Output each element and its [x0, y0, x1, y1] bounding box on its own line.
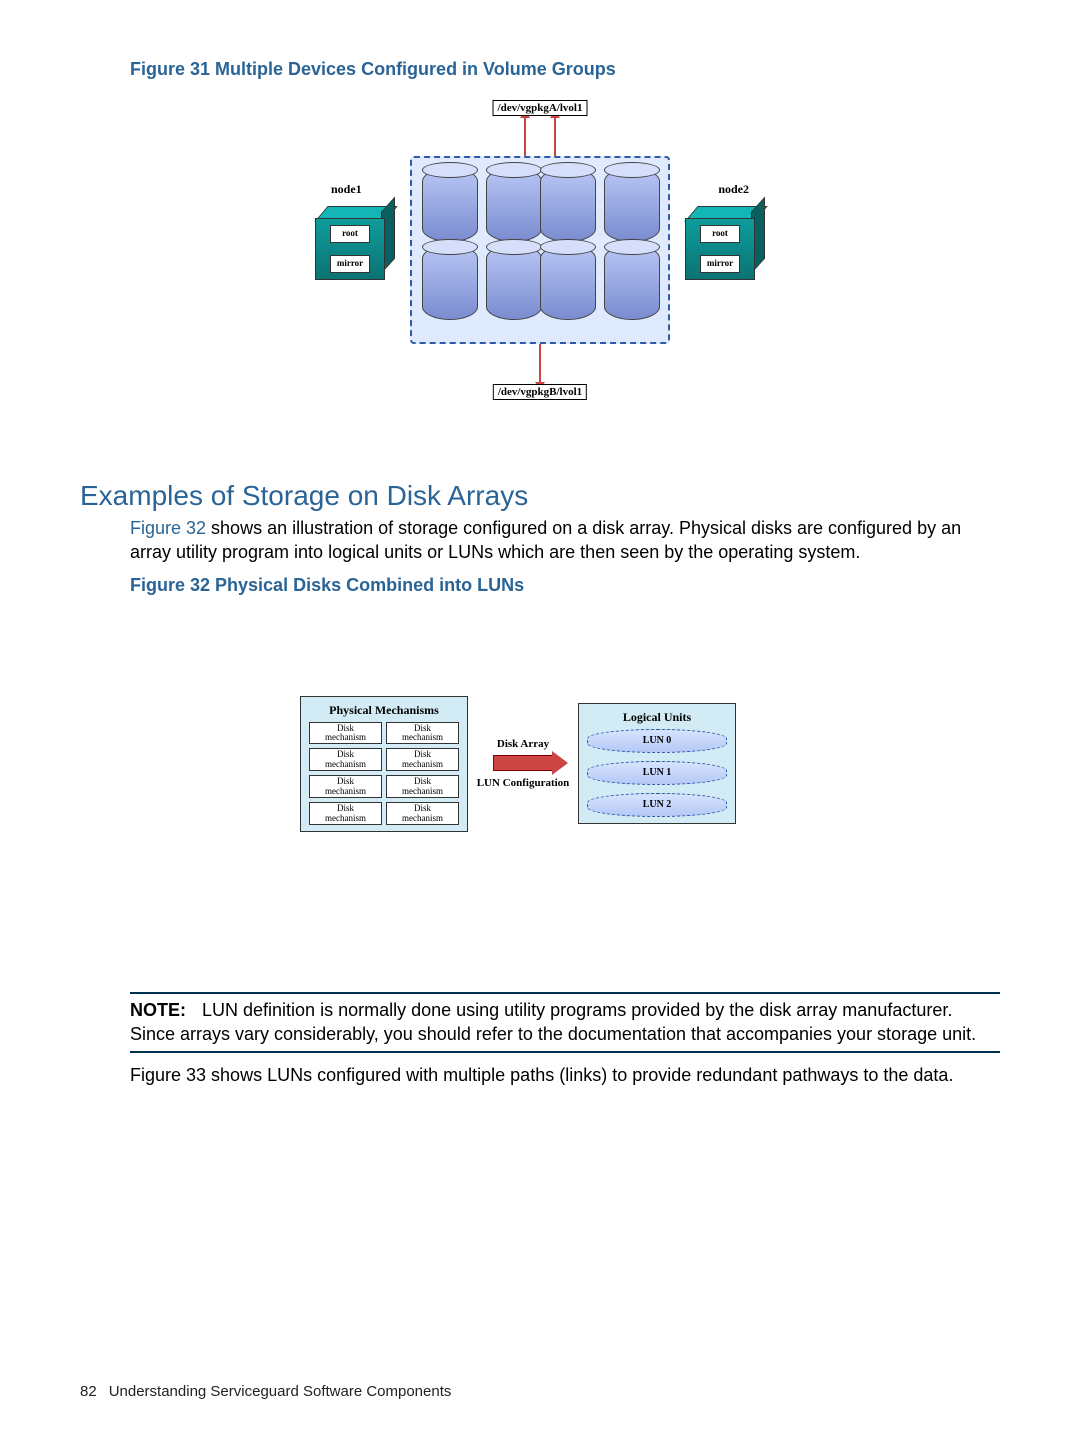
disk-mechanism: Diskmechanism [386, 775, 459, 798]
page-number: 82 [80, 1383, 97, 1400]
node1-label: node1 [331, 182, 362, 197]
intro-paragraph-text: shows an illustration of storage configu… [130, 518, 961, 562]
note-block: NOTE:LUN definition is normally done usi… [130, 992, 1000, 1053]
figure-32-link[interactable]: Figure 32 [130, 518, 206, 538]
physical-mechanisms-panel: Physical Mechanisms DiskmechanismDiskmec… [300, 696, 468, 833]
shared-storage-cluster [410, 156, 670, 344]
lun-entry: LUN 2 [587, 793, 727, 817]
node2-cube: root mirror [685, 206, 765, 280]
disk-mechanism: Diskmechanism [309, 748, 382, 771]
figure-33-link[interactable]: Figure 33 [130, 1065, 206, 1085]
logical-units-panel: Logical Units LUN 0 LUN 1 LUN 2 [578, 703, 736, 824]
figure-31-diagram: /dev/vgpkgA/lvol1 /dev/vgpkgB/lvol1 node… [315, 100, 765, 400]
node2-label: node2 [718, 182, 749, 197]
footer-chapter-title: Understanding Serviceguard Software Comp… [109, 1383, 452, 1400]
lvol-top-label: /dev/vgpkgA/lvol1 [493, 100, 588, 116]
physical-mechanisms-header: Physical Mechanisms [309, 703, 459, 718]
section-title: Examples of Storage on Disk Arrays [80, 480, 1000, 512]
node1-mirror: mirror [330, 255, 370, 273]
node1-cube: root mirror [315, 206, 395, 280]
lun-entry: LUN 0 [587, 729, 727, 753]
figure-32-caption: Figure 32 Physical Disks Combined into L… [130, 575, 1000, 596]
disk-mechanism: Diskmechanism [309, 775, 382, 798]
figure-31-caption: Figure 31 Multiple Devices Configured in… [130, 59, 1000, 80]
arrow-icon [493, 755, 553, 771]
node1-root: root [330, 225, 370, 243]
intro-paragraph: Figure 32 shows an illustration of stora… [130, 516, 1000, 565]
lun-entry: LUN 1 [587, 761, 727, 785]
disk-mechanism: Diskmechanism [309, 722, 382, 745]
node2-root: root [700, 225, 740, 243]
after-note-paragraph: Figure 33 shows LUNs configured with mul… [130, 1063, 1000, 1087]
disk-mechanism: Diskmechanism [309, 802, 382, 825]
page-footer: 82 Understanding Serviceguard Software Co… [80, 1383, 451, 1400]
node2-mirror: mirror [700, 255, 740, 273]
after-note-text: shows LUNs configured with multiple path… [206, 1065, 953, 1085]
lun-config-label: LUN Configuration [468, 777, 578, 790]
figure-32-diagram: Physical Mechanisms DiskmechanismDiskmec… [300, 696, 780, 833]
fig32-midcol: Disk Array LUN Configuration [468, 738, 578, 790]
logical-units-header: Logical Units [587, 710, 727, 725]
note-label: NOTE: [130, 1000, 186, 1020]
disk-mechanism: Diskmechanism [386, 802, 459, 825]
disk-mechanism: Diskmechanism [386, 748, 459, 771]
note-body: LUN definition is normally done using ut… [130, 1000, 976, 1044]
lvol-bottom-label: /dev/vgpkgB/lvol1 [493, 384, 587, 400]
disk-array-label: Disk Array [468, 738, 578, 751]
disk-mechanism: Diskmechanism [386, 722, 459, 745]
